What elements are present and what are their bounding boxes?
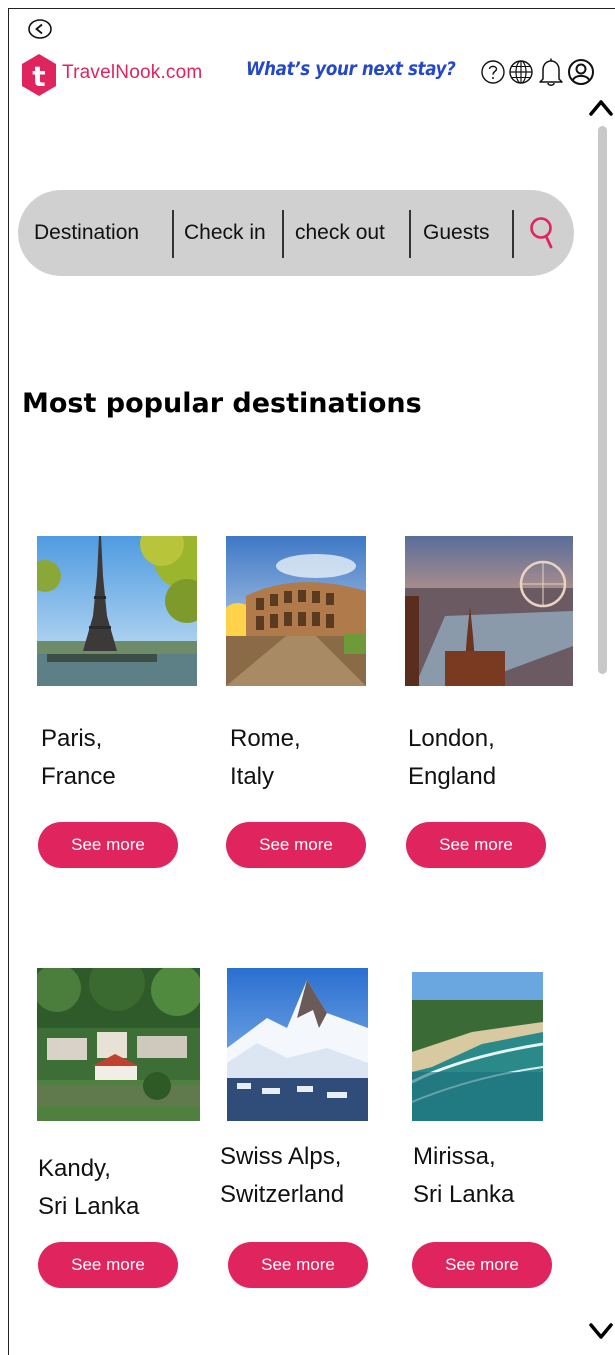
- scroll-down-button[interactable]: [587, 1318, 615, 1344]
- destination-image-swiss-alps[interactable]: [227, 968, 368, 1121]
- destination-image-paris[interactable]: [37, 536, 197, 686]
- account-button[interactable]: [566, 56, 596, 88]
- destination-name: Rome, Italy: [230, 725, 301, 790]
- search-divider: [172, 210, 174, 258]
- tagline: What’s your next stay?: [246, 58, 456, 80]
- destination-name: Kandy, Sri Lanka: [38, 1155, 140, 1220]
- search-divider: [282, 210, 284, 258]
- guests-field[interactable]: Guests: [423, 190, 490, 276]
- search-bar: Destination Check in check out Guests: [18, 190, 574, 276]
- see-more-button-paris[interactable]: See more: [38, 822, 178, 868]
- section-title: Most popular destinations: [22, 388, 422, 419]
- destination-image-kandy[interactable]: [37, 968, 200, 1121]
- logo-icon: t: [22, 54, 56, 96]
- chevron-down-icon: [589, 1323, 613, 1339]
- logo: t: [20, 53, 58, 97]
- bell-icon: [539, 58, 563, 86]
- scrollbar-thumb[interactable]: [598, 126, 607, 674]
- destination-image-rome[interactable]: [226, 536, 366, 686]
- see-more-button-swiss-alps[interactable]: See more: [228, 1242, 368, 1288]
- globe-icon: [509, 60, 533, 84]
- see-more-button-mirissa[interactable]: See more: [412, 1242, 552, 1288]
- check-out-field[interactable]: check out: [295, 190, 385, 276]
- logo-letter: t: [32, 60, 45, 93]
- destination-name: Mirissa, Sri Lanka: [413, 1143, 515, 1208]
- scroll-up-button[interactable]: [587, 94, 615, 120]
- notifications-button[interactable]: [536, 56, 566, 88]
- language-button[interactable]: [506, 56, 536, 88]
- check-in-field[interactable]: Check in: [184, 190, 266, 276]
- header: t TravelNook.com What’s your next stay?: [20, 50, 600, 102]
- search-divider: [409, 210, 411, 258]
- destination-name: Swiss Alps, Switzerland: [220, 1143, 345, 1208]
- search-button[interactable]: [526, 214, 558, 252]
- search-icon: [530, 217, 553, 249]
- destination-field[interactable]: Destination: [34, 190, 139, 276]
- back-button[interactable]: [26, 16, 54, 42]
- destination-image-mirissa[interactable]: [412, 972, 543, 1121]
- see-more-button-kandy[interactable]: See more: [38, 1242, 178, 1288]
- destination-name: Paris, France: [41, 725, 116, 790]
- help-icon: [481, 60, 505, 84]
- search-divider: [512, 210, 514, 258]
- destination-name: London, England: [408, 725, 497, 790]
- chevron-up-icon: [589, 100, 613, 116]
- see-more-button-london[interactable]: See more: [406, 822, 546, 868]
- back-arrow-icon: [28, 19, 52, 39]
- account-icon: [568, 59, 594, 85]
- destination-image-london[interactable]: [405, 536, 573, 686]
- help-button[interactable]: [478, 56, 508, 88]
- brand-name[interactable]: TravelNook.com: [62, 62, 202, 84]
- see-more-button-rome[interactable]: See more: [226, 822, 366, 868]
